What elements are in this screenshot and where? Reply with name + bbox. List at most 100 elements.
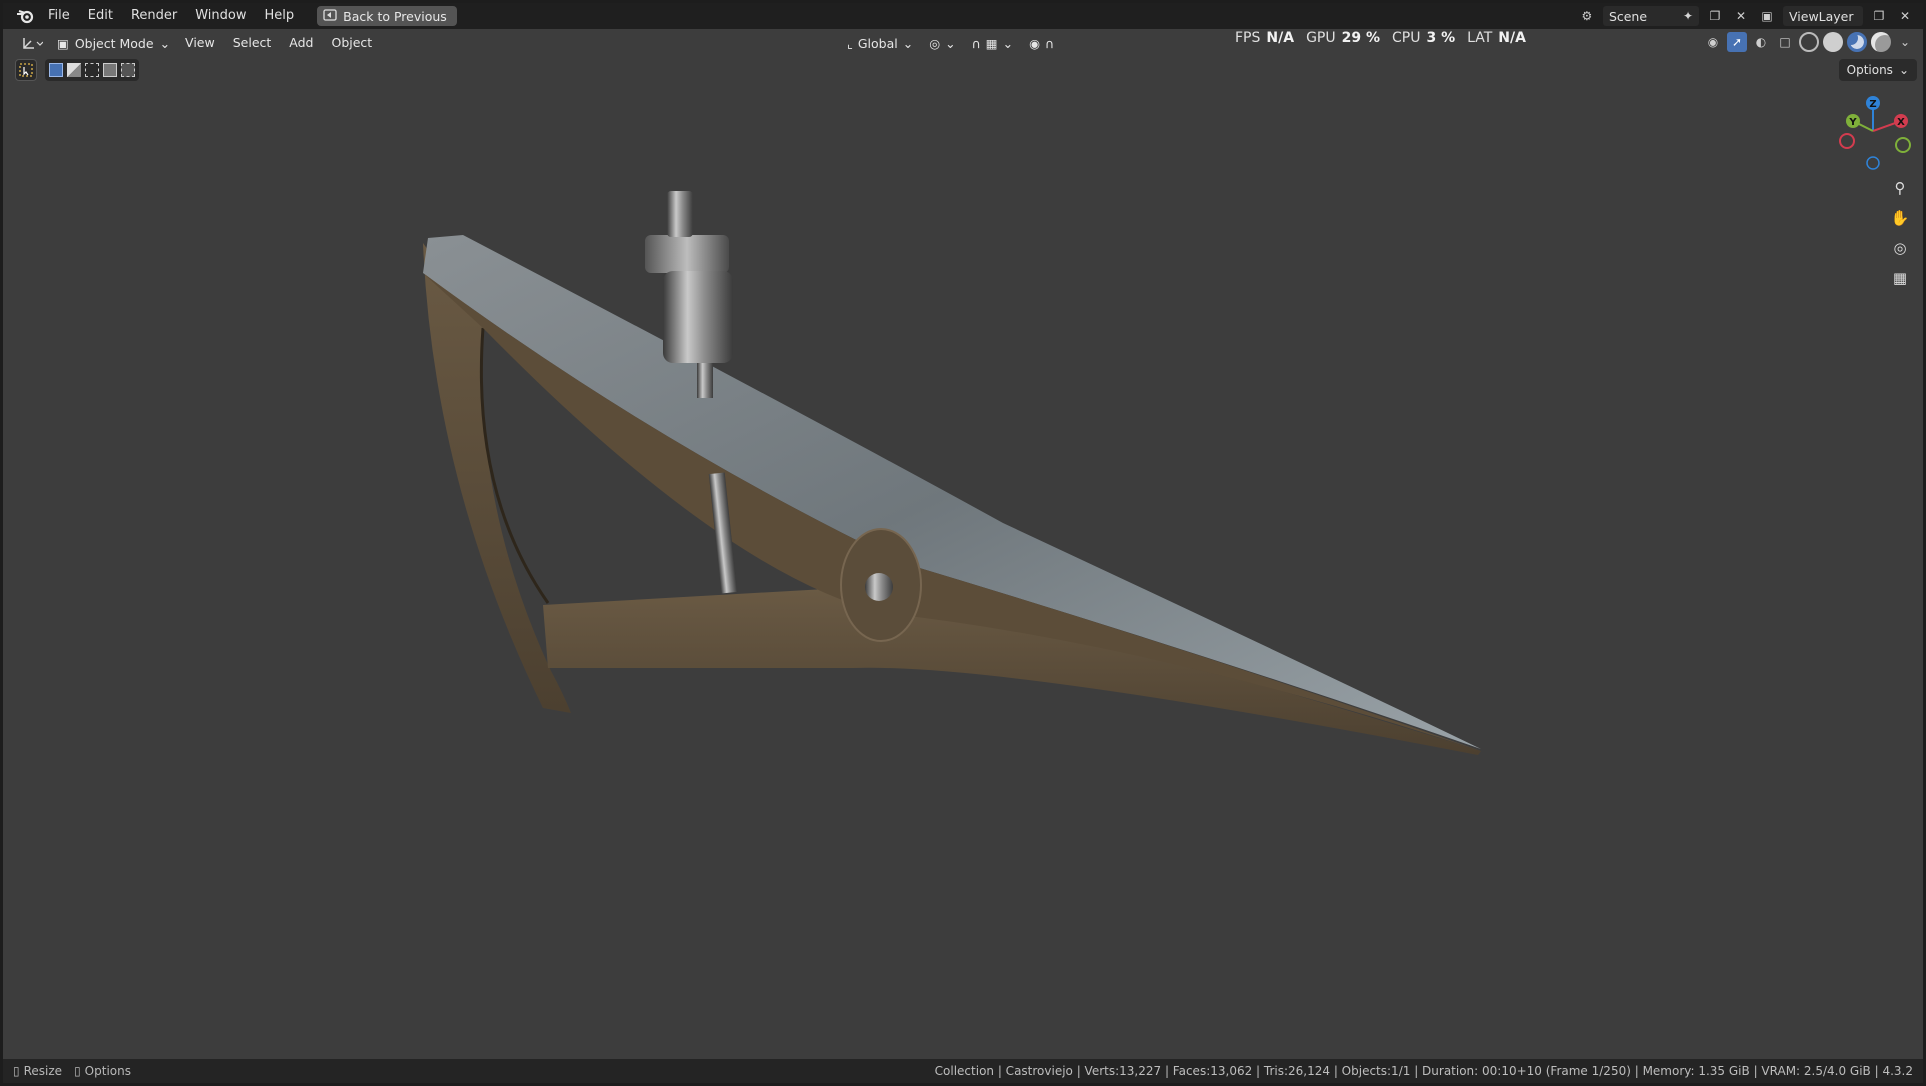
status-options: ▯ Options: [74, 1064, 131, 1078]
caliper-thread-rod-upper: [697, 358, 713, 398]
magnet-icon: ∩: [971, 35, 981, 51]
chevron-down-icon: ⌄: [902, 35, 914, 51]
menu-render[interactable]: Render: [122, 5, 186, 27]
scene-name: Scene: [1608, 8, 1648, 24]
select-intersect-icon[interactable]: [121, 63, 135, 77]
selection-mode-group: [45, 59, 139, 81]
performance-stats: FPS N/A GPU 29 % CPU 3 % LAT N/A: [1235, 30, 1532, 46]
options-label: Options: [1846, 63, 1893, 77]
delete-scene-icon[interactable]: ✕: [1731, 6, 1751, 26]
overlay-toggle-icon[interactable]: ◐: [1751, 32, 1771, 52]
gpu-value: 29 %: [1341, 30, 1380, 46]
scene-icon[interactable]: ⚙: [1577, 6, 1597, 26]
visibility-icon[interactable]: ◉: [1703, 32, 1723, 52]
wireframe-shading-icon[interactable]: [1799, 32, 1819, 52]
chevron-down-icon: ⌄: [1002, 35, 1014, 51]
castroviejo-caliper[interactable]: [423, 191, 1481, 755]
gizmo-x-label: X: [1897, 117, 1905, 128]
snap-toggle[interactable]: ∩ ▦ ⌄: [966, 32, 1019, 54]
fps-label: FPS: [1235, 30, 1261, 46]
gizmo-neg-z[interactable]: [1866, 156, 1880, 170]
options-dropdown[interactable]: Options ⌄: [1838, 59, 1917, 81]
back-to-previous-label: Back to Previous: [343, 8, 447, 24]
caliper-nut-body: [663, 271, 733, 363]
select-extend-icon[interactable]: [67, 63, 81, 77]
snap-target-icon: ▦: [985, 35, 998, 51]
view-layer-name: ViewLayer: [1789, 8, 1854, 24]
mouse-right-icon: ▯: [74, 1064, 81, 1078]
transform-orientation-dropdown[interactable]: ⌞ Global ⌄: [841, 32, 919, 54]
chevron-down-icon: ⌄: [945, 35, 956, 51]
solid-shading-icon[interactable]: [1823, 32, 1843, 52]
editor-type-icon[interactable]: [17, 32, 47, 54]
zoom-icon[interactable]: ⚲: [1887, 175, 1913, 201]
status-resize: ▯ Resize: [13, 1064, 62, 1078]
transform-orientation-label: Global: [857, 35, 898, 51]
cpu-value: 3 %: [1426, 30, 1456, 46]
orientation-icon: ⌞: [847, 35, 853, 51]
chevron-down-icon: ⌄: [1898, 63, 1909, 77]
lat-label: LAT: [1467, 30, 1493, 46]
pivot-icon: ◎: [929, 35, 941, 51]
pan-hand-icon[interactable]: ✋: [1887, 205, 1913, 231]
transform-tools: ⌞ Global ⌄ ◎ ⌄ ∩ ▦ ⌄ ◉ ∩: [841, 32, 1060, 54]
gizmo-y-label: Y: [1848, 117, 1857, 128]
object-mode-label: Object Mode: [74, 35, 154, 51]
workspace-selectors: ⚙ Scene ✦ ❐ ✕ ▣ ViewLayer ❐ ✕: [1577, 6, 1915, 26]
menu-select[interactable]: Select: [224, 32, 281, 54]
chevron-down-icon: ⌄: [159, 35, 171, 51]
rendered-shading-icon[interactable]: [1871, 32, 1891, 52]
menu-object[interactable]: Object: [322, 32, 381, 54]
select-invert-icon[interactable]: [103, 63, 117, 77]
pin-icon[interactable]: ✦: [1683, 9, 1693, 23]
scene-statistics: Collection | Castroviejo | Verts:13,227 …: [934, 1064, 1913, 1078]
new-scene-icon[interactable]: ❐: [1705, 6, 1725, 26]
gpu-label: GPU: [1306, 30, 1336, 46]
select-box-tool-icon[interactable]: [15, 59, 37, 81]
object-mode-dropdown[interactable]: ▣ Object Mode ⌄: [51, 32, 176, 54]
cpu-label: CPU: [1392, 30, 1421, 46]
material-shading-icon[interactable]: [1847, 32, 1867, 52]
xray-toggle-icon[interactable]: □: [1775, 32, 1795, 52]
scene-selector[interactable]: Scene ✦: [1602, 6, 1699, 26]
select-subtract-icon[interactable]: [85, 63, 99, 77]
blender-logo-icon[interactable]: [11, 3, 39, 29]
caliper-top-screw: [667, 191, 693, 237]
falloff-icon: ∩: [1045, 35, 1055, 51]
select-new-icon[interactable]: [49, 63, 63, 77]
proportional-icon: ◉: [1029, 35, 1040, 51]
mouse-left-icon: ▯: [13, 1064, 20, 1078]
menu-file[interactable]: File: [39, 5, 79, 27]
new-view-layer-icon[interactable]: ❐: [1869, 6, 1889, 26]
gizmo-toggle-icon[interactable]: ➚: [1727, 32, 1747, 52]
delete-view-layer-icon[interactable]: ✕: [1895, 6, 1915, 26]
menu-add[interactable]: Add: [280, 32, 322, 54]
screen-icon: [323, 8, 337, 24]
top-menu-bar: File Edit Render Window Help Back to Pre…: [3, 3, 1923, 29]
menu-help[interactable]: Help: [256, 5, 304, 27]
viewport-display-tools: ◉ ➚ ◐ □ ⌄: [1703, 32, 1915, 52]
gizmo-neg-x[interactable]: [1839, 133, 1855, 149]
status-options-label: Options: [84, 1064, 131, 1078]
menu-window[interactable]: Window: [186, 5, 255, 27]
caliper-knurled-nut: [645, 235, 729, 273]
navigation-gizmo[interactable]: Z X Y: [1833, 91, 1913, 171]
object-mode-icon: ▣: [57, 35, 69, 51]
caliper-hinge-screw: [865, 573, 893, 601]
menu-edit[interactable]: Edit: [79, 5, 122, 27]
menu-view[interactable]: View: [176, 32, 224, 54]
view-layer-icon[interactable]: ▣: [1757, 6, 1777, 26]
view-layer-selector[interactable]: ViewLayer: [1783, 6, 1863, 26]
camera-view-icon[interactable]: ◎: [1887, 235, 1913, 261]
tool-settings-row: [15, 59, 139, 81]
proportional-editing-toggle[interactable]: ◉ ∩: [1023, 32, 1060, 54]
pivot-point-dropdown[interactable]: ◎ ⌄: [923, 32, 961, 54]
viewport-3d[interactable]: [3, 57, 1923, 1059]
perspective-grid-icon[interactable]: ▦: [1887, 265, 1913, 291]
gizmo-neg-y[interactable]: [1895, 137, 1911, 153]
blender-window: File Edit Render Window Help Back to Pre…: [3, 3, 1923, 1083]
caliper-upper-jaw-top: [423, 235, 1481, 749]
lat-value: N/A: [1498, 30, 1526, 46]
back-to-previous-button[interactable]: Back to Previous: [317, 6, 457, 26]
shading-options-icon[interactable]: ⌄: [1895, 32, 1915, 52]
